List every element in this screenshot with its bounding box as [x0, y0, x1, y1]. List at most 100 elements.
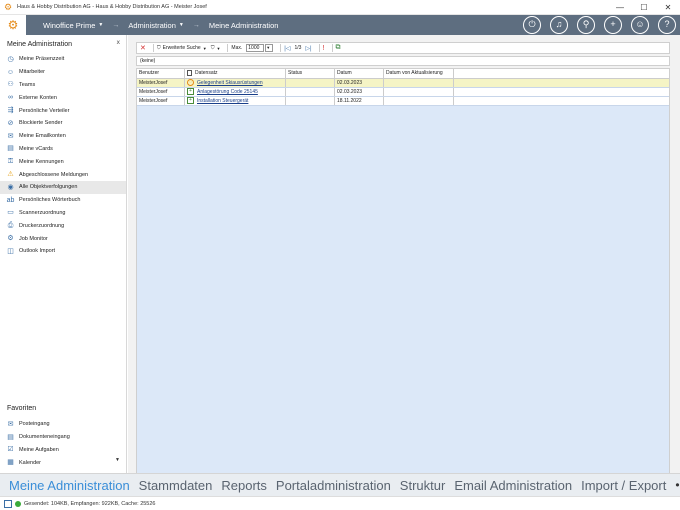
- favorites-title: Favoriten: [7, 405, 37, 412]
- sidebar-item[interactable]: ab Persönliches Wörterbuch: [0, 194, 126, 207]
- filter-display[interactable]: (keine): [136, 56, 670, 66]
- cell-date: 02.03.2023: [335, 79, 384, 87]
- sidebar-item-label: Teams: [19, 81, 36, 88]
- tab-stammdaten[interactable]: Stammdaten: [139, 478, 213, 493]
- dictionary-icon: ab: [6, 196, 15, 204]
- toolbar-separator: [227, 44, 229, 52]
- sidebar-item[interactable]: ◫ Outlook Import: [0, 245, 126, 258]
- user-icon[interactable]: ☺: [631, 16, 649, 34]
- export-icon[interactable]: ⧉: [336, 44, 341, 52]
- sidebar-item[interactable]: ⚇ Teams: [0, 79, 126, 92]
- favorite-item[interactable]: ✉ Posteingang: [0, 418, 127, 431]
- sidebar-item[interactable]: ✉ Meine Emailkonten: [0, 130, 126, 143]
- tab-email-administration[interactable]: Email Administration: [454, 478, 572, 493]
- maximize-button[interactable]: ☐: [632, 0, 656, 15]
- arrow-right-icon: →: [112, 21, 120, 29]
- more-tabs-button[interactable]: •••: [675, 478, 680, 492]
- sidebar-item[interactable]: ∞ Externe Konten: [0, 91, 126, 104]
- sidebar-item[interactable]: ⚠ Abgeschlossene Meldungen: [0, 168, 126, 181]
- records-grid: Benutzer Datensatz Status Datum Datum vo…: [136, 68, 670, 496]
- crumb-label: Administration: [128, 20, 176, 30]
- crumb-administration[interactable]: Administration ▼: [128, 15, 183, 35]
- tasks-icon: ☑: [7, 446, 14, 454]
- toolbar: ✕ ⛉ Erweiterte Suche ▼ ⛉ ▼ Max. 1000 ▼ |◁ 1…: [136, 42, 670, 54]
- status-text: Gesendet: 104KB, Empfangen: 922KB, Cache…: [24, 500, 156, 507]
- close-button[interactable]: ✕: [656, 0, 680, 15]
- favorite-item[interactable]: ▦ Kalender: [0, 456, 127, 469]
- tab-portaladministration[interactable]: Portaladministration: [276, 478, 391, 493]
- column-header-date[interactable]: Datum: [335, 69, 384, 78]
- tab-import-export[interactable]: Import / Export: [581, 478, 666, 493]
- favorite-item-label: Dokumenteneingang: [19, 434, 70, 441]
- help-icon[interactable]: ?: [658, 16, 676, 34]
- sidebar-item[interactable]: ⇶ Persönliche Verteiler: [0, 104, 126, 117]
- clear-filter-icon[interactable]: ✕: [140, 44, 146, 52]
- favorite-item[interactable]: ☑ Meine Aufgaben: [0, 444, 127, 457]
- column-header-record[interactable]: Datensatz: [185, 69, 286, 78]
- app-gear-icon: ⚙: [4, 1, 13, 12]
- sidebar-item[interactable]: ◉ Alle Objektverfolgungen: [0, 180, 126, 194]
- sidebar-item-label: Meine Emailkonten: [19, 133, 66, 140]
- grid-header: Benutzer Datensatz Status Datum Datum vo…: [137, 69, 669, 79]
- table-row[interactable]: MeisterJosef + Anlagestörung Code 25145 0…: [137, 88, 669, 97]
- last-page-icon[interactable]: ▷|: [305, 45, 311, 52]
- sidebar-title: Meine Administration: [7, 40, 72, 48]
- cell-user: MeisterJosef: [137, 79, 185, 87]
- favorite-item-label: Meine Aufgaben: [19, 446, 59, 453]
- app-logo-gear-icon[interactable]: ⚙: [0, 15, 26, 35]
- sidebar: Meine Administration ⅹ ◷ Meine Präsenzzei…: [0, 35, 127, 473]
- record-link[interactable]: Gelegenheit Skiausrüstungen: [197, 80, 263, 86]
- pin-icon[interactable]: ⅹ: [116, 39, 120, 46]
- record-link[interactable]: Anlagestörung Code 25145: [197, 89, 258, 95]
- minimize-button[interactable]: —: [608, 0, 632, 15]
- column-header-user[interactable]: Benutzer: [137, 69, 185, 78]
- filter-icon: ⛉: [156, 45, 161, 51]
- column-header-status[interactable]: Status: [286, 69, 335, 78]
- power-icon[interactable]: ⏻: [523, 16, 541, 34]
- column-header-updated[interactable]: Datum von Aktualisierung: [384, 69, 454, 78]
- document-inbox-icon: ▤: [7, 433, 14, 441]
- incident-icon: +: [187, 88, 194, 96]
- crumb-meine-administration[interactable]: Meine Administration: [209, 15, 279, 35]
- toolbar-separator: [318, 44, 320, 52]
- sidebar-item[interactable]: ⎙ Druckerzuordnung: [0, 219, 126, 232]
- toolbar-separator: [331, 44, 333, 52]
- printer-icon: ⎙: [7, 222, 14, 230]
- search-icon[interactable]: ⚲: [577, 16, 595, 34]
- sidebar-item[interactable]: ⊘ Blockierte Sender: [0, 117, 126, 130]
- tab-reports[interactable]: Reports: [221, 478, 267, 493]
- clock-icon: ◷: [7, 55, 14, 63]
- sidebar-item[interactable]: ⚙ Job Monitor: [0, 232, 126, 245]
- max-input[interactable]: 1000: [246, 44, 265, 52]
- table-row[interactable]: MeisterJosef ◌ Gelegenheit Skiausrüstunge…: [137, 79, 669, 88]
- tab-struktur[interactable]: Struktur: [400, 478, 446, 493]
- advanced-search-button[interactable]: ⛉ Erweiterte Suche ▼: [157, 45, 207, 51]
- sidebar-header: Meine Administration ⅹ: [0, 35, 126, 53]
- sidebar-item[interactable]: ◷ Meine Präsenzzeit: [0, 53, 126, 66]
- scroll-down-icon[interactable]: ▼: [115, 457, 120, 463]
- key-icon: ⚿: [7, 158, 14, 166]
- filter-options-button[interactable]: ⛉ ▼: [211, 45, 221, 51]
- first-page-icon[interactable]: |◁: [284, 45, 290, 52]
- cell-user: MeisterJosef: [137, 97, 185, 105]
- crumb-winoffice-prime[interactable]: Winoffice Prime ▼: [43, 15, 103, 35]
- bell-icon[interactable]: ♫: [550, 16, 568, 34]
- plus-icon[interactable]: +: [604, 16, 622, 34]
- sidebar-item[interactable]: ▤ Meine vCards: [0, 143, 126, 156]
- sidebar-item[interactable]: ☺ Mitarbeiter: [0, 66, 126, 79]
- caret-down-icon: ▼: [178, 22, 184, 28]
- sidebar-item-label: Meine Präsenzzeit: [19, 56, 65, 63]
- caret-down-icon: ▼: [216, 45, 221, 51]
- panel-icon[interactable]: [4, 499, 12, 508]
- tab-meine-administration[interactable]: Meine Administration: [9, 478, 130, 493]
- table-row[interactable]: MeisterJosef + Installation Steuergerät 1…: [137, 97, 669, 106]
- max-dropdown-icon[interactable]: ▼: [265, 44, 274, 52]
- record-link[interactable]: Installation Steuergerät: [197, 98, 248, 104]
- sidebar-item[interactable]: ▭ Scannerzuordnung: [0, 207, 126, 220]
- favorite-item[interactable]: ▤ Dokumenteneingang: [0, 431, 127, 444]
- alert-icon[interactable]: !: [323, 45, 325, 52]
- title-bar: ⚙ Haus & Hobby Distribution AG - Haus & …: [0, 0, 680, 15]
- sidebar-item[interactable]: ⚿ Meine Kennungen: [0, 155, 126, 168]
- arrow-right-icon: →: [192, 21, 200, 29]
- sidebar-item-label: Druckerzuordnung: [19, 222, 65, 229]
